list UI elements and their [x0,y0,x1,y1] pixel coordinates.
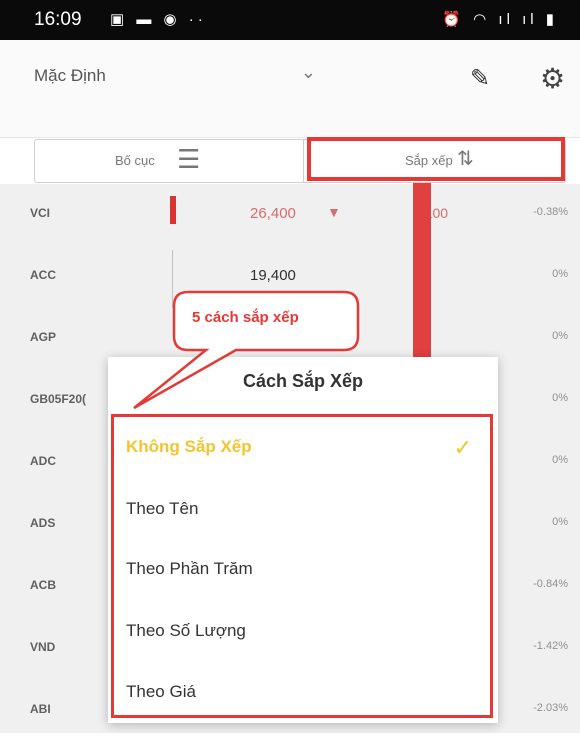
callout-text: 5 cách sắp xếp [192,309,299,326]
callout-bubble [133,290,360,410]
